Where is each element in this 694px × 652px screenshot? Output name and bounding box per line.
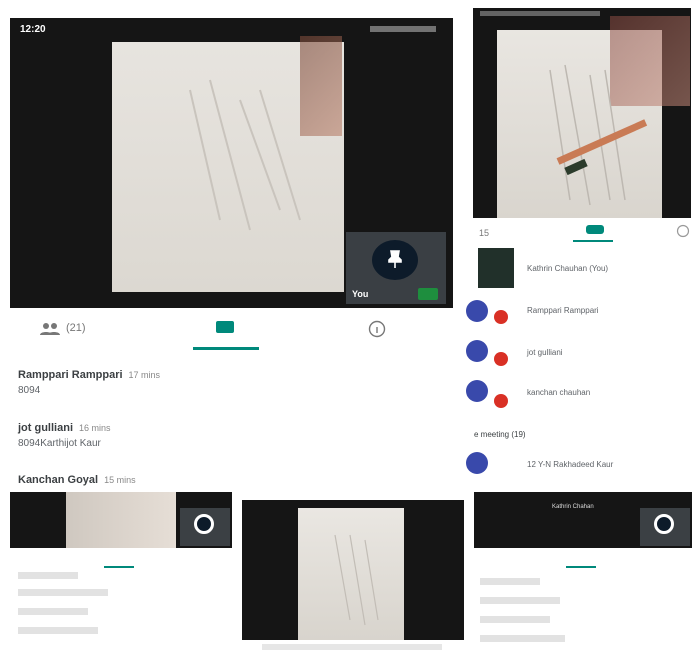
- right-info-icon[interactable]: [676, 224, 690, 238]
- thumb-3-header: Kathrin Chahan: [552, 504, 594, 510]
- people-count[interactable]: (21): [66, 322, 86, 334]
- participant-name: Kathrin Chauhan (You): [527, 264, 609, 273]
- message-time: 15 mins: [104, 475, 136, 485]
- thumb-2-sketch: [334, 534, 379, 626]
- avatar: [466, 340, 488, 362]
- self-mic-indicator: [418, 288, 438, 300]
- thumb-1-feed: [66, 492, 176, 548]
- thumb-3-tab-indicator: [566, 566, 596, 568]
- message-2: jot gulliani 16 mins 8094Karthijot Kaur: [18, 418, 318, 449]
- message-time: 16 mins: [79, 423, 111, 433]
- thumb-3-pin: [654, 514, 674, 534]
- avatar: [466, 452, 488, 474]
- carpet-edge: [300, 36, 342, 136]
- thumb-2-tabs: [262, 644, 442, 650]
- avatar: [466, 380, 488, 402]
- status-icons: [370, 26, 436, 32]
- thumb-1-chat-preview: [18, 572, 208, 634]
- right-active-tab-indicator: [573, 240, 613, 242]
- message-text: 8094: [18, 385, 41, 396]
- message-sender: Ramppari Ramppari: [18, 369, 123, 381]
- info-icon[interactable]: [368, 320, 386, 338]
- right-people-count[interactable]: 15: [479, 228, 489, 238]
- status-time: 12:20: [20, 24, 46, 35]
- thumb-1-tabs: [10, 552, 232, 566]
- self-label: You: [352, 289, 369, 299]
- participant-self-thumb: [478, 248, 514, 288]
- participant-name: kanchan chauhan: [527, 388, 591, 397]
- chat-icon[interactable]: [215, 320, 235, 336]
- message-text: 8094Karthijot Kaur: [18, 438, 101, 449]
- message-1: Ramppari Ramppari 17 mins 8094: [18, 365, 318, 396]
- people-icon[interactable]: [40, 322, 60, 336]
- sketch-drawing: [189, 79, 301, 231]
- avatar: [466, 300, 488, 322]
- right-chat-icon[interactable]: [585, 224, 605, 236]
- section-header: e meeting (19): [474, 430, 526, 439]
- participant-name: jot gulliani: [527, 348, 563, 357]
- thumb-3-chat-preview: [480, 578, 670, 642]
- message-sender: jot gulliani: [18, 422, 73, 434]
- message-sender: Kanchan Goyal: [18, 474, 99, 486]
- right-status-bar: [480, 11, 600, 16]
- participant-name: Ramppari Ramppari: [527, 306, 599, 315]
- thumb-1-pin: [194, 514, 214, 534]
- message-time: 17 mins: [128, 370, 161, 380]
- mic-off-icon: [494, 310, 508, 324]
- thumb-1-tab-indicator: [104, 566, 134, 568]
- participant-name: 12 Y-N Rakhadeed Kaur: [527, 460, 614, 469]
- pin-icon: [388, 250, 402, 268]
- mic-off-icon: [494, 394, 508, 408]
- active-tab-indicator: [193, 347, 259, 350]
- message-3: Kanchan Goyal 15 mins: [18, 470, 318, 488]
- mic-off-icon: [494, 352, 508, 366]
